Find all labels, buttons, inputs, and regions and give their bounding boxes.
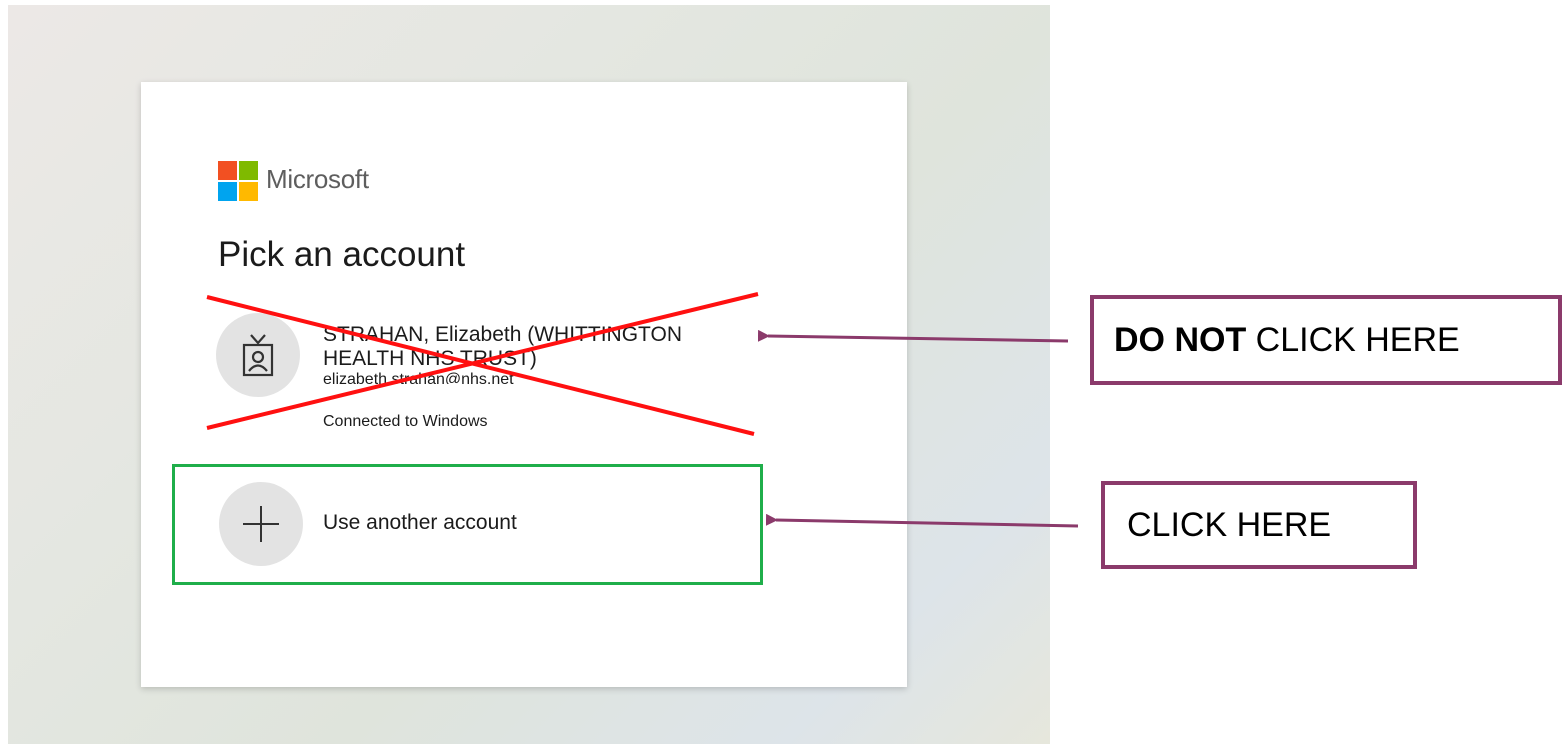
microsoft-logo-icon <box>218 161 258 201</box>
badge-icon <box>242 334 274 377</box>
account-email[interactable]: elizabeth.strahan@nhs.net <box>323 372 583 384</box>
use-another-account-button[interactable]: Use another account <box>172 464 763 585</box>
click-here-text: CLICK HERE <box>1127 505 1332 544</box>
use-another-account-label: Use another account <box>323 511 517 534</box>
do-not-emphasis: DO NOT <box>1114 320 1247 359</box>
do-not-click-text: CLICK HERE <box>1246 320 1460 359</box>
account-status: Connected to Windows <box>323 413 488 430</box>
account-avatar[interactable] <box>216 313 300 397</box>
plus-avatar <box>219 482 303 566</box>
plus-icon <box>243 506 279 542</box>
brand-name: Microsoft <box>266 164 369 194</box>
do-not-click-callout: DO NOT CLICK HERE <box>1090 295 1562 385</box>
account-name[interactable]: STRAHAN, Elizabeth (WHITTINGTON HEALTH N… <box>323 323 763 371</box>
click-here-callout: CLICK HERE <box>1101 481 1417 569</box>
page-title: Pick an account <box>218 235 466 274</box>
